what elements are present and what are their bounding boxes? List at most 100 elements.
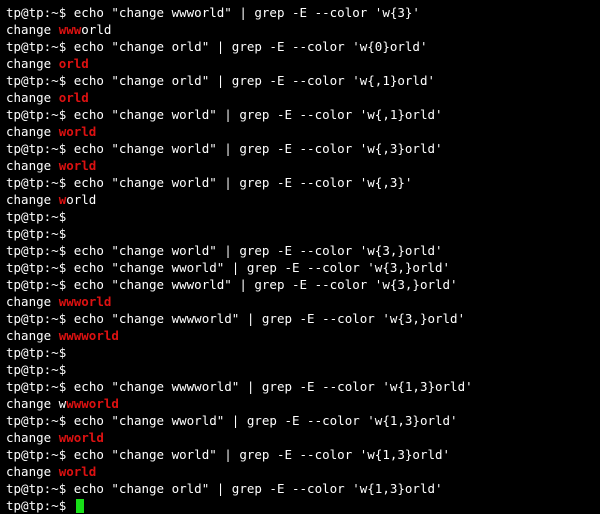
terminal-line: tp@tp:~$: [6, 361, 594, 378]
prompt-path: ~: [51, 73, 59, 88]
output-text: change: [6, 124, 59, 139]
grep-match: world: [59, 124, 97, 139]
prompt-dollar: $: [59, 379, 67, 394]
output-line: change wwwworld: [6, 327, 594, 344]
prompt-user: tp@tp: [6, 447, 44, 462]
prompt-user: tp@tp: [6, 5, 44, 20]
prompt-dollar: $: [59, 107, 67, 122]
terminal-line: tp@tp:~$: [6, 208, 594, 225]
prompt-dollar: $: [59, 260, 67, 275]
prompt-dollar: $: [59, 226, 67, 241]
command-text: echo "change world" | grep -E --color 'w…: [74, 243, 443, 258]
output-line: change wworld: [6, 429, 594, 446]
prompt-user: tp@tp: [6, 243, 44, 258]
output-line: change world: [6, 463, 594, 480]
shell-prompt: tp@tp:~$: [6, 277, 74, 292]
grep-match: wwworld: [66, 396, 119, 411]
shell-prompt: tp@tp:~$: [6, 311, 74, 326]
command-text: echo "change world" | grep -E --color 'w…: [74, 107, 443, 122]
prompt-path: ~: [51, 243, 59, 258]
terminal-line: tp@tp:~$ echo "change orld" | grep -E --…: [6, 38, 594, 55]
shell-prompt: tp@tp:~$: [6, 379, 74, 394]
prompt-path: ~: [51, 481, 59, 496]
prompt-path: ~: [51, 413, 59, 428]
prompt-user: tp@tp: [6, 277, 44, 292]
shell-prompt: tp@tp:~$: [6, 362, 74, 377]
terminal-line: tp@tp:~$ echo "change world" | grep -E -…: [6, 242, 594, 259]
shell-prompt: tp@tp:~$: [6, 5, 74, 20]
command-text: echo "change world" | grep -E --color 'w…: [74, 447, 450, 462]
terminal-line: tp@tp:~$ echo "change world" | grep -E -…: [6, 446, 594, 463]
command-text: echo "change orld" | grep -E --color 'w{…: [74, 73, 435, 88]
prompt-user: tp@tp: [6, 73, 44, 88]
terminal-line: tp@tp:~$ echo "change wwwworld" | grep -…: [6, 310, 594, 327]
grep-match: wworld: [59, 430, 104, 445]
prompt-user: tp@tp: [6, 345, 44, 360]
grep-match: world: [59, 464, 97, 479]
prompt-user: tp@tp: [6, 379, 44, 394]
shell-prompt: tp@tp:~$: [6, 73, 74, 88]
prompt-path: ~: [51, 498, 59, 513]
shell-prompt: tp@tp:~$: [6, 447, 74, 462]
output-text: change w: [6, 396, 66, 411]
command-text: echo "change wwwworld" | grep -E --color…: [74, 311, 465, 326]
prompt-path: ~: [51, 311, 59, 326]
prompt-path: ~: [51, 345, 59, 360]
prompt-path: ~: [51, 5, 59, 20]
output-text: orld: [81, 22, 111, 37]
output-line: change wwwworld: [6, 395, 594, 412]
prompt-dollar: $: [59, 447, 67, 462]
command-text: echo "change world" | grep -E --color 'w…: [74, 141, 443, 156]
output-text: change: [6, 158, 59, 173]
terminal-viewport[interactable]: tp@tp:~$ echo "change wwworld" | grep -E…: [6, 4, 594, 514]
terminal-line: tp@tp:~$ echo "change wwwworld" | grep -…: [6, 378, 594, 395]
output-line: change world: [6, 123, 594, 140]
prompt-user: tp@tp: [6, 39, 44, 54]
command-text: echo "change orld" | grep -E --color 'w{…: [74, 481, 443, 496]
shell-prompt: tp@tp:~$: [6, 141, 74, 156]
prompt-dollar: $: [59, 141, 67, 156]
output-text: change: [6, 464, 59, 479]
shell-prompt: tp@tp:~$: [6, 481, 74, 496]
shell-prompt: tp@tp:~$: [6, 413, 74, 428]
prompt-user: tp@tp: [6, 498, 44, 513]
prompt-path: ~: [51, 362, 59, 377]
terminal-line: tp@tp:~$ echo "change orld" | grep -E --…: [6, 72, 594, 89]
prompt-path: ~: [51, 39, 59, 54]
prompt-dollar: $: [59, 243, 67, 258]
output-line: change orld: [6, 89, 594, 106]
terminal-line: tp@tp:~$ echo "change world" | grep -E -…: [6, 106, 594, 123]
command-text: echo "change orld" | grep -E --color 'w{…: [74, 39, 428, 54]
output-line: change world: [6, 157, 594, 174]
grep-match: world: [59, 158, 97, 173]
prompt-user: tp@tp: [6, 413, 44, 428]
prompt-path: ~: [51, 141, 59, 156]
output-text: change: [6, 22, 59, 37]
prompt-dollar: $: [59, 481, 67, 496]
prompt-dollar: $: [59, 311, 67, 326]
prompt-dollar: $: [59, 413, 67, 428]
output-line: change wwworld: [6, 293, 594, 310]
terminal-line: tp@tp:~$ echo "change wworld" | grep -E …: [6, 259, 594, 276]
output-text: orld: [66, 192, 96, 207]
grep-match: wwworld: [59, 294, 112, 309]
prompt-user: tp@tp: [6, 107, 44, 122]
cursor[interactable]: [76, 499, 84, 513]
terminal-line: tp@tp:~$ echo "change wwworld" | grep -E…: [6, 276, 594, 293]
command-text: echo "change wwworld" | grep -E --color …: [74, 277, 458, 292]
grep-match: orld: [59, 90, 89, 105]
output-text: change: [6, 328, 59, 343]
terminal-line: tp@tp:~$: [6, 225, 594, 242]
shell-prompt: tp@tp:~$: [6, 345, 74, 360]
shell-prompt: tp@tp:~$: [6, 175, 74, 190]
output-line: change world: [6, 191, 594, 208]
command-text: echo "change world" | grep -E --color 'w…: [74, 175, 413, 190]
grep-match: wwwworld: [59, 328, 119, 343]
prompt-path: ~: [51, 107, 59, 122]
prompt-path: ~: [51, 260, 59, 275]
prompt-user: tp@tp: [6, 362, 44, 377]
output-line: change orld: [6, 55, 594, 72]
output-text: change: [6, 90, 59, 105]
prompt-user: tp@tp: [6, 481, 44, 496]
shell-prompt: tp@tp:~$: [6, 39, 74, 54]
